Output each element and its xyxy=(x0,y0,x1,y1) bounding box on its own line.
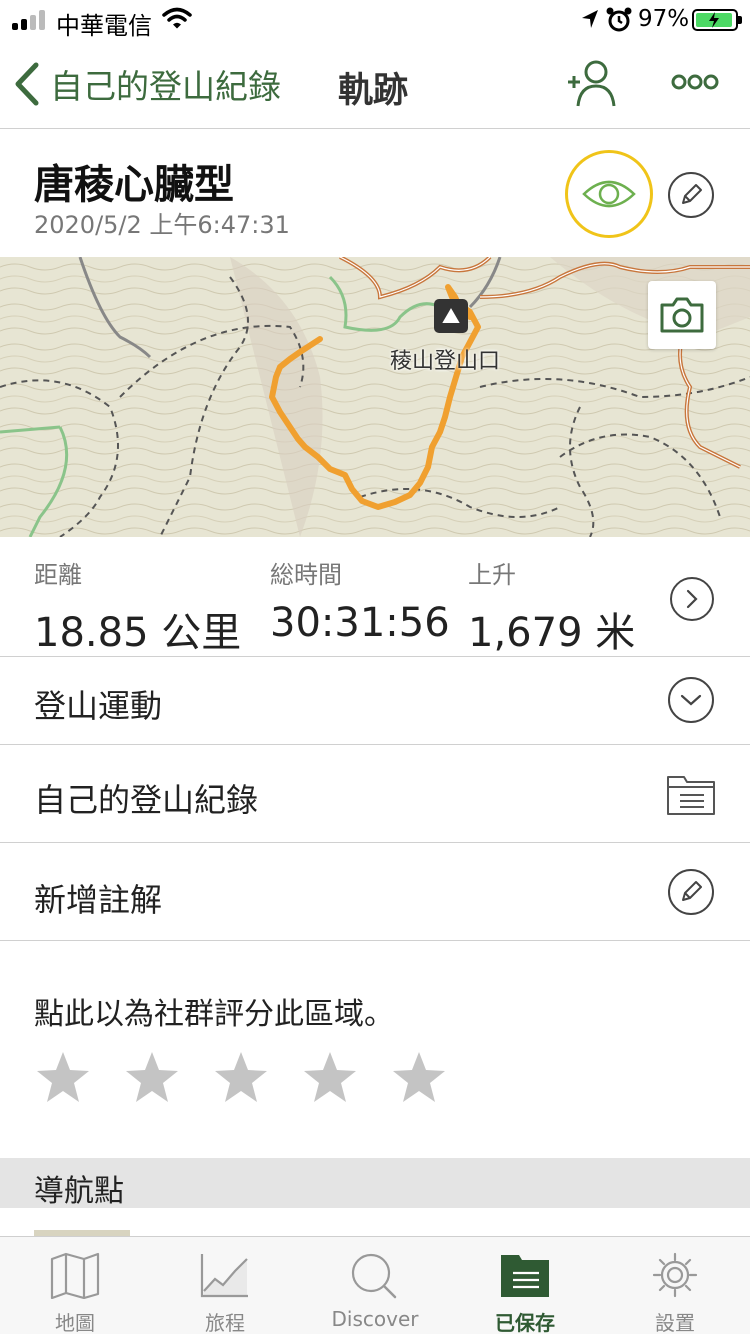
tab-trips[interactable]: 旅程 xyxy=(150,1237,300,1334)
star-icon[interactable] xyxy=(212,1049,270,1107)
chevron-right-icon xyxy=(686,589,698,609)
add-person-icon xyxy=(568,60,616,107)
track-stats: 距離 18.85 公里 総時間 30:31:56 上升 1,679 米 xyxy=(0,537,750,657)
status-bar: 中華電信 97% xyxy=(0,0,750,40)
signal-icon xyxy=(12,10,50,30)
trailhead-label: 稜山登山口 xyxy=(390,349,501,374)
more-button[interactable] xyxy=(670,62,720,102)
tab-label: 地圖 xyxy=(55,1311,95,1334)
wifi-icon xyxy=(162,7,192,29)
activity-dropdown-button[interactable] xyxy=(668,677,714,723)
tab-label: 旅程 xyxy=(205,1311,245,1334)
add-note-label: 新增註解 xyxy=(34,881,163,919)
folder-icon xyxy=(667,776,715,815)
back-label: 自己的登山紀錄 xyxy=(50,67,281,106)
waypoints-section-header: 導航點 xyxy=(0,1158,750,1209)
nav-bar: 自己的登山紀錄 軌跡 xyxy=(0,40,750,129)
track-title: 唐稜心臟型 xyxy=(34,162,234,208)
track-map[interactable]: ⛰ 稜山登山口 xyxy=(0,257,750,537)
camera-icon xyxy=(660,297,704,333)
folder-label: 自己的登山紀錄 xyxy=(34,781,259,819)
map-terrain xyxy=(0,257,750,537)
tab-label: 設置 xyxy=(655,1311,695,1334)
chevron-left-icon xyxy=(15,62,39,106)
stat-value: 1,679 米 xyxy=(468,610,636,656)
star-icon[interactable] xyxy=(123,1049,181,1107)
edit-title-button[interactable] xyxy=(668,172,714,218)
star-icon[interactable] xyxy=(34,1049,92,1107)
visibility-button[interactable] xyxy=(565,150,653,238)
carrier-label: 中華電信 xyxy=(56,12,152,40)
add-person-button[interactable] xyxy=(566,58,618,110)
gear-icon xyxy=(652,1252,698,1298)
tab-label: 已保存 xyxy=(495,1311,555,1334)
stat-value: 18.85 公里 xyxy=(34,610,242,656)
battery-icon xyxy=(692,9,742,31)
stat-label: 距離 xyxy=(34,561,82,589)
star-icon[interactable] xyxy=(301,1049,359,1107)
activity-type-label: 登山運動 xyxy=(34,687,163,725)
search-icon xyxy=(351,1253,397,1299)
rating-prompt: 點此以為社群評分此區域。 xyxy=(34,997,394,1032)
chart-icon xyxy=(200,1254,248,1298)
page-title: 軌跡 xyxy=(338,71,409,111)
tab-label: Discover xyxy=(331,1307,419,1331)
stat-ascent: 上升 1,679 米 xyxy=(468,555,635,658)
stat-value: 30:31:56 xyxy=(270,600,450,646)
eye-icon xyxy=(582,180,636,208)
stat-distance: 距離 18.85 公里 xyxy=(34,555,241,658)
stats-detail-button[interactable] xyxy=(670,577,714,621)
alarm-icon xyxy=(606,7,632,32)
stat-label: 上升 xyxy=(468,561,516,589)
stat-total-time: 総時間 30:31:56 xyxy=(270,555,450,646)
track-date: 2020/5/2 上午6:47:31 xyxy=(34,211,290,239)
pencil-icon xyxy=(682,184,702,204)
stat-label: 総時間 xyxy=(270,561,342,589)
folder-row[interactable]: 自己的登山紀錄 xyxy=(0,745,750,843)
track-header: 唐稜心臟型 2020/5/2 上午6:47:31 xyxy=(0,130,750,257)
activity-type-row[interactable]: 登山運動 xyxy=(0,657,750,745)
star-icon[interactable] xyxy=(390,1049,448,1107)
waypoints-title: 導航點 xyxy=(34,1174,124,1209)
tab-saved[interactable]: 已保存 xyxy=(450,1237,600,1334)
chevron-down-icon xyxy=(680,694,702,706)
map-icon xyxy=(50,1252,100,1299)
add-note-button[interactable] xyxy=(668,869,714,915)
location-arrow-icon xyxy=(582,10,598,28)
more-dots-icon xyxy=(671,74,719,90)
tab-settings[interactable]: 設置 xyxy=(600,1237,750,1334)
area-rating: 點此以為社群評分此區域。 xyxy=(0,941,750,1157)
add-photo-button[interactable] xyxy=(648,281,716,349)
add-note-row[interactable]: 新增註解 xyxy=(0,843,750,941)
tab-bar: 地圖 旅程 Discover 已保存 設置 xyxy=(0,1236,750,1334)
folder-icon xyxy=(501,1255,549,1297)
tab-map[interactable]: 地圖 xyxy=(0,1237,150,1334)
pencil-icon xyxy=(682,881,702,901)
hiker-icon[interactable]: ⛰ xyxy=(434,299,468,333)
battery-percent: 97% xyxy=(638,6,690,32)
tab-discover[interactable]: Discover xyxy=(300,1237,450,1334)
back-button[interactable]: 自己的登山紀錄 xyxy=(14,58,281,110)
